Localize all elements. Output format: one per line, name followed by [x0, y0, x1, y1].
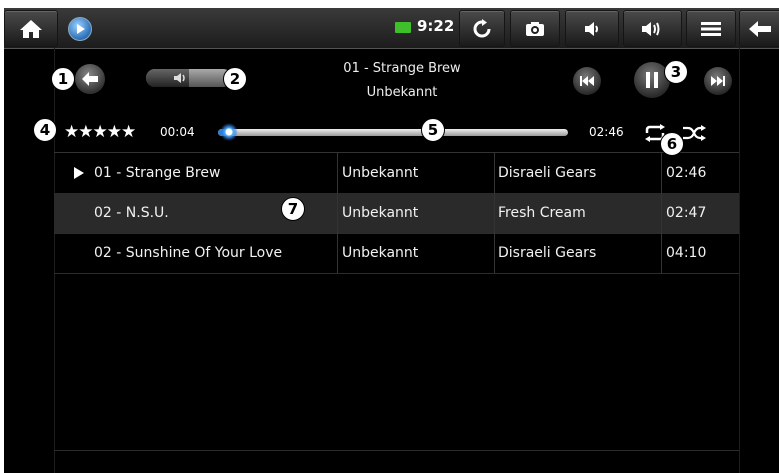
- menu-icon: [701, 21, 721, 36]
- shuffle-icon[interactable]: [682, 124, 706, 142]
- device-screen: 9:22 01 - Strange Brew Unbekannt ★★★★★ 0…: [4, 8, 779, 473]
- callout-7: 7: [281, 197, 305, 221]
- volume-down-icon: [585, 21, 598, 36]
- callout-2: 2: [223, 67, 247, 91]
- callout-6: 6: [660, 132, 684, 156]
- callout-1: 1: [51, 67, 75, 91]
- track-artist: Unbekannt: [342, 245, 419, 261]
- back-arrow-icon: [82, 72, 98, 86]
- skip-previous-icon: [580, 76, 594, 86]
- column-divider: [661, 193, 662, 233]
- clock: 9:22: [417, 17, 455, 35]
- menu-button[interactable]: [686, 10, 736, 47]
- volume-up-button[interactable]: [623, 10, 682, 47]
- track-album: Fresh Cream: [498, 205, 586, 221]
- column-divider: [337, 153, 338, 193]
- now-playing-artist: Unbekannt: [366, 85, 438, 100]
- track-list: 01 - Strange Brew Unbekannt Disraeli Gears…: [54, 152, 739, 451]
- back-arrow-icon: [749, 20, 771, 37]
- track-row[interactable]: 02 - N.S.U. Unbekannt Fresh Cream 02:47: [54, 193, 739, 234]
- previous-track-button[interactable]: [573, 67, 601, 95]
- column-divider: [337, 193, 338, 233]
- camera-icon: [526, 21, 544, 36]
- app-icon[interactable]: [68, 17, 92, 41]
- volume-down-button[interactable]: [565, 10, 619, 47]
- total-time: 02:46: [589, 125, 624, 139]
- seek-bar[interactable]: [218, 123, 568, 141]
- volume-slider[interactable]: [146, 69, 232, 87]
- battery-icon: [395, 22, 411, 33]
- track-album: Disraeli Gears: [498, 165, 597, 181]
- track-artist: Unbekannt: [342, 165, 419, 181]
- pause-icon: [646, 72, 658, 88]
- callout-5: 5: [421, 118, 445, 142]
- screenshot-button[interactable]: [510, 10, 560, 47]
- home-button[interactable]: [4, 10, 58, 47]
- elapsed-time: 00:04: [160, 125, 195, 139]
- track-title: 02 - Sunshine Of Your Love: [94, 245, 283, 261]
- player-header: 01 - Strange Brew Unbekannt: [54, 48, 739, 114]
- list-bottom-border: [54, 450, 739, 451]
- column-divider: [337, 233, 338, 273]
- track-duration: 04:10: [666, 245, 707, 261]
- track-title: 01 - Strange Brew: [94, 165, 221, 181]
- back-button[interactable]: [739, 10, 779, 47]
- seek-knob[interactable]: [219, 123, 238, 141]
- player-back-button[interactable]: [75, 64, 105, 94]
- refresh-icon: [473, 18, 491, 37]
- column-divider: [661, 153, 662, 193]
- now-playing-title: 01 - Strange Brew: [343, 61, 461, 76]
- refresh-button[interactable]: [459, 10, 505, 47]
- track-row[interactable]: 02 - Sunshine Of Your Love Unbekannt Disra…: [54, 233, 739, 274]
- track-duration: 02:47: [666, 205, 707, 221]
- track-duration: 02:46: [666, 165, 707, 181]
- column-divider: [494, 193, 495, 233]
- callout-3: 3: [664, 60, 688, 84]
- column-divider: [494, 233, 495, 273]
- callout-4: 4: [33, 118, 57, 142]
- status-bar: 9:22: [4, 8, 779, 49]
- next-track-button[interactable]: [704, 67, 732, 95]
- column-divider: [661, 233, 662, 273]
- list-border-right: [739, 48, 740, 473]
- home-icon: [20, 19, 42, 38]
- rating-stars[interactable]: ★★★★★: [64, 122, 136, 142]
- speaker-icon: [174, 73, 185, 83]
- volume-up-icon: [641, 21, 659, 36]
- column-divider: [494, 153, 495, 193]
- track-row[interactable]: 01 - Strange Brew Unbekannt Disraeli Gears…: [54, 153, 739, 194]
- track-artist: Unbekannt: [342, 205, 419, 221]
- now-playing-icon: [74, 167, 84, 179]
- track-album: Disraeli Gears: [498, 245, 597, 261]
- skip-next-icon: [711, 76, 725, 86]
- seek-row: ★★★★★ 00:04 02:46: [54, 114, 739, 152]
